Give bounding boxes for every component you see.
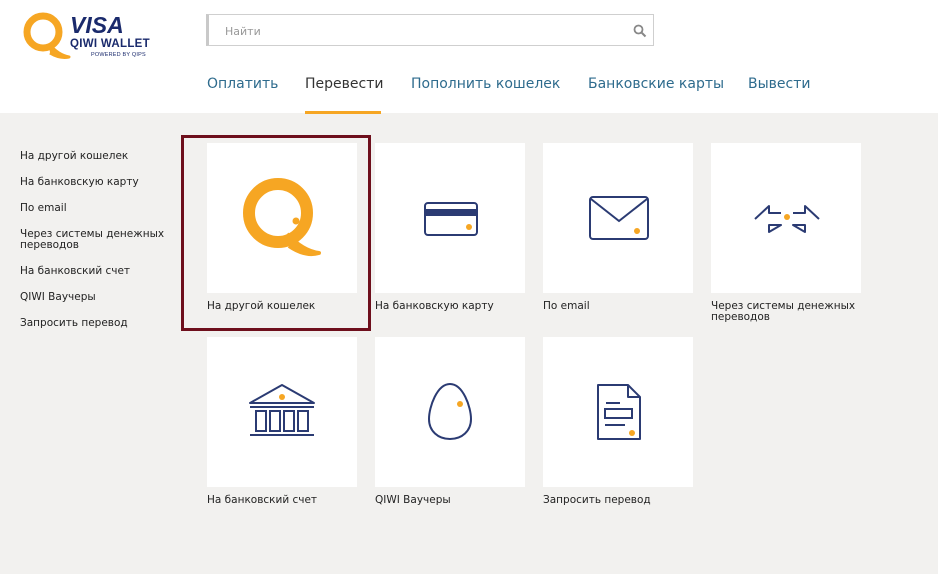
nav-item-withdraw[interactable]: Вывести [748, 76, 810, 92]
search-input[interactable] [223, 22, 627, 40]
tile-money-transfer-label: Через системы денежных переводов [711, 300, 856, 323]
egg-voucher-icon [427, 382, 473, 441]
tile-bank-account-label: На банковский счет [207, 494, 318, 506]
search-icon[interactable] [633, 24, 647, 38]
tile-request-transfer-label: Запросить перевод [543, 494, 651, 506]
sidebar-item-bank-card[interactable]: На банковскую карту [20, 177, 180, 188]
credit-card-icon [424, 202, 478, 236]
active-tab-indicator [305, 111, 381, 114]
tile-bank-account[interactable] [207, 337, 357, 487]
sidebar-item-bank-account[interactable]: На банковский счет [20, 266, 180, 277]
logo-visa-text: VISA [70, 12, 124, 38]
sidebar-item-vouchers[interactable]: QIWI Ваучеры [20, 292, 180, 303]
qiwi-logo-icon [243, 178, 321, 257]
tile-wallet-label: На другой кошелек [207, 300, 316, 312]
nav-item-top-up[interactable]: Пополнить кошелек [411, 76, 560, 92]
tile-request-transfer[interactable] [543, 337, 693, 487]
tile-bank-card-label: На банковскую карту [375, 300, 494, 312]
tile-vouchers-label: QIWI Ваучеры [375, 494, 451, 506]
sidebar-item-request-transfer[interactable]: Запросить перевод [20, 318, 180, 329]
logo-wallet-text: QIWI WALLET [70, 38, 150, 50]
envelope-icon [589, 196, 649, 240]
tile-email[interactable] [543, 143, 693, 293]
sidebar-item-money-transfer-systems[interactable]: Через системы денежных переводов [20, 229, 170, 251]
bank-building-icon [249, 384, 315, 436]
tile-wallet[interactable] [207, 143, 357, 293]
search-box [206, 14, 654, 46]
tile-email-label: По email [543, 300, 590, 312]
logo-tagline: POWERED BY QIPS [91, 52, 146, 58]
tile-vouchers[interactable] [375, 337, 525, 487]
transfer-arrows-icon [754, 205, 820, 233]
nav-item-pay[interactable]: Оплатить [207, 76, 278, 92]
tile-bank-card[interactable] [375, 143, 525, 293]
qiwi-visa-logo[interactable]: VISA QIWI WALLET POWERED BY QIPS [22, 11, 162, 66]
sidebar-item-wallet[interactable]: На другой кошелек [20, 151, 180, 162]
document-request-icon [597, 384, 641, 440]
sidebar-item-email[interactable]: По email [20, 203, 180, 214]
nav-item-transfer[interactable]: Перевести [305, 76, 383, 92]
nav-item-bank-cards[interactable]: Банковские карты [588, 76, 724, 92]
tile-money-transfer[interactable] [711, 143, 861, 293]
header: VISA QIWI WALLET POWERED BY QIPS Оплатит… [0, 0, 938, 114]
qiwi-q-icon [23, 12, 71, 59]
